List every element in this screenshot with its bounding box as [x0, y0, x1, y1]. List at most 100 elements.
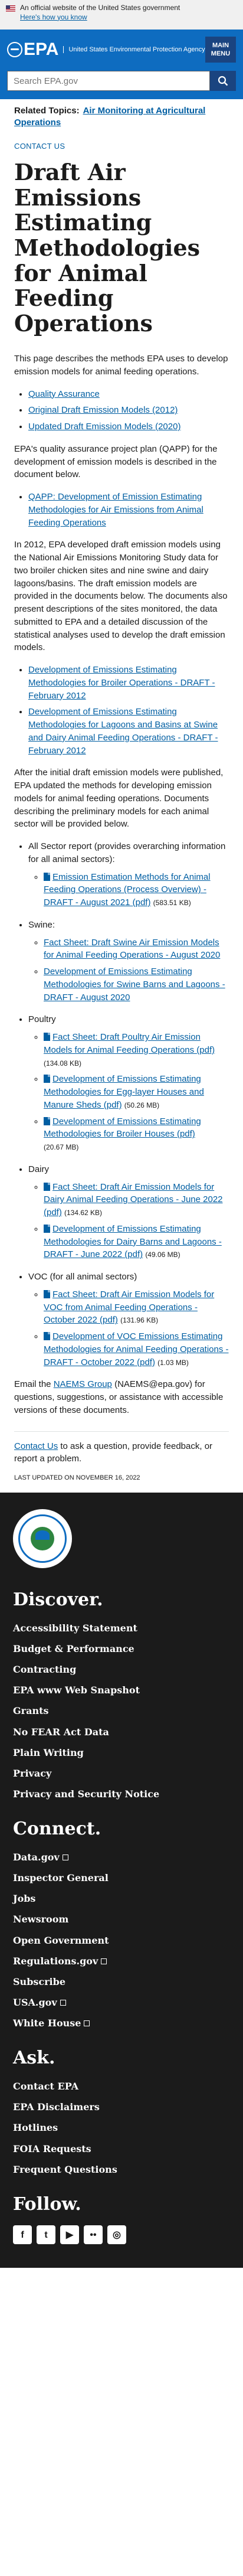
lagoons-2012-link[interactable]: Development of Emissions Estimating Meth… [28, 707, 218, 755]
footer-discover: Discover. Accessibility Statement Budget… [13, 1552, 230, 1801]
list-item: QAPP: Development of Emission Estimating… [28, 491, 229, 529]
related-topics-label: Related Topics: [14, 106, 80, 116]
list-item: Original Draft Emission Models (2012) [28, 404, 229, 417]
twitter-icon[interactable]: t [37, 2225, 55, 2245]
file-size: (50.26 MB) [124, 1101, 160, 1109]
footer-link[interactable]: Subscribe [13, 1976, 65, 1987]
footer-link[interactable]: Inspector General [13, 1872, 109, 1883]
footer-link[interactable]: EPA Disclaimers [13, 2101, 100, 2113]
search-icon [218, 76, 228, 86]
toc-link-original-models[interactable]: Original Draft Emission Models (2012) [28, 405, 178, 415]
youtube-icon[interactable]: ▶ [60, 2225, 79, 2245]
document-link[interactable]: Fact Sheet: Draft Swine Air Emission Mod… [44, 938, 220, 961]
footer-link[interactable]: EPA www Web Snapshot [13, 1684, 140, 1696]
instagram-icon[interactable]: ◎ [107, 2225, 126, 2245]
flickr-icon[interactable]: •• [84, 2225, 103, 2245]
document-link[interactable]: Development of Emissions Estimating Meth… [44, 1116, 201, 1140]
qapp-list: QAPP: Development of Emission Estimating… [14, 491, 229, 529]
feedback-contact-link[interactable]: Contact Us [14, 1441, 58, 1451]
list-item: Development of Emissions Estimating Meth… [44, 965, 229, 1004]
main-menu-button[interactable]: MAIN MENU [205, 37, 236, 63]
footer-link[interactable]: Frequent Questions [13, 2164, 117, 2175]
footer-follow: Follow. f t ▶ •• ◎ [13, 2192, 230, 2245]
list-item: Quality Assurance [28, 388, 229, 401]
footer-heading: Discover. [13, 1589, 103, 1611]
external-link-icon [84, 2020, 90, 2027]
footer-link[interactable]: White House [13, 2017, 81, 2029]
footer-ask: Ask. Contact EPA EPA Disclaimers Hotline… [13, 2045, 230, 2176]
list-item: Development of Emissions Estimating Meth… [28, 706, 229, 757]
footer-link[interactable]: FOIA Requests [13, 2143, 91, 2154]
search-input[interactable] [7, 71, 210, 91]
naems-group-link[interactable]: NAEMS Group [54, 1379, 112, 1389]
toc-link-quality-assurance[interactable]: Quality Assurance [28, 389, 100, 399]
footer-link[interactable]: Privacy [13, 1768, 51, 1779]
epa-seal-icon [31, 1527, 54, 1551]
pdf-icon [44, 1075, 50, 1083]
footer-link[interactable]: Privacy and Security Notice [13, 1788, 159, 1800]
footer-link[interactable]: Open Government [13, 1935, 109, 1946]
sector-label: Dairy [28, 1164, 50, 1174]
email-text-before: Email the [14, 1379, 51, 1390]
pdf-icon [44, 1182, 50, 1191]
page-title: Draft Air Emissions Estimating Methodolo… [14, 159, 201, 337]
feedback-section: Contact Us to ask a question, provide fe… [14, 1431, 229, 1466]
footer-link[interactable]: Contracting [13, 1664, 76, 1675]
list-item: Fact Sheet: Draft Poultry Air Emission M… [44, 1031, 229, 1069]
file-size: (49.06 MB) [145, 1251, 180, 1259]
email-paragraph: Email the NAEMS Group (NAEMS@epa.gov) fo… [14, 1378, 229, 1416]
logo-text: EPA [24, 40, 59, 60]
models-2012-list: Development of Emissions Estimating Meth… [14, 664, 229, 757]
document-link[interactable]: Fact Sheet: Draft Poultry Air Emission M… [44, 1032, 215, 1055]
list-item: Development of Emissions Estimating Meth… [44, 1223, 229, 1261]
file-size: (131.96 KB) [120, 1316, 159, 1325]
file-size: (20.67 MB) [44, 1143, 79, 1152]
footer-link[interactable]: Jobs [13, 1893, 35, 1904]
footer-link[interactable]: Accessibility Statement [13, 1622, 137, 1634]
site-header: EPA United States Environmental Protecti… [0, 30, 243, 99]
footer-link[interactable]: USA.gov [13, 1997, 57, 2008]
footer-link[interactable]: Hotlines [13, 2122, 58, 2133]
list-item: Development of Emissions Estimating Meth… [44, 1073, 229, 1111]
list-item: Development of Emissions Estimating Meth… [44, 1115, 229, 1154]
facebook-icon[interactable]: f [13, 2225, 32, 2245]
broiler-2012-link[interactable]: Development of Emissions Estimating Meth… [28, 665, 215, 701]
heres-how-you-know-link[interactable]: Here's how you know [20, 13, 87, 21]
footer-link[interactable]: Grants [13, 1705, 49, 1716]
footer-link[interactable]: Plain Writing [13, 1747, 84, 1758]
gov-banner: An official website of the United States… [0, 0, 243, 30]
sector-all: All Sector report (provides overarching … [28, 840, 229, 909]
related-topics: Related Topics: Air Monitoring at Agricul… [14, 105, 229, 129]
models-2012-paragraph: In 2012, EPA developed draft emission mo… [14, 540, 228, 653]
list-item: Fact Sheet: Draft Air Emission Models fo… [44, 1288, 229, 1327]
site-footer: Discover. Accessibility Statement Budget… [0, 1493, 243, 2268]
qapp-link[interactable]: QAPP: Development of Emission Estimating… [28, 492, 203, 528]
contact-us-link[interactable]: CONTACT US [14, 141, 229, 152]
models-2020-paragraph: After the initial draft emission models … [14, 768, 224, 830]
epa-logo[interactable]: EPA United States Environmental Protecti… [7, 37, 205, 63]
epa-seal[interactable] [13, 1509, 72, 1569]
search-button[interactable] [210, 71, 236, 91]
footer-heading: Ask. [13, 2048, 55, 2069]
epa-globe-icon [7, 42, 22, 57]
document-link[interactable]: Development of Emissions Estimating Meth… [44, 967, 225, 1003]
document-link[interactable]: Development of VOC Emissions Estimating … [44, 1331, 229, 1367]
footer-link[interactable]: Contact EPA [13, 2081, 78, 2092]
list-item: Development of VOC Emissions Estimating … [44, 1330, 229, 1369]
document-link[interactable]: Development of Emissions Estimating Meth… [44, 1224, 222, 1260]
footer-link[interactable]: No FEAR Act Data [13, 1726, 109, 1738]
footer-link[interactable]: Regulations.gov [13, 1955, 98, 1967]
list-item: Development of Emissions Estimating Meth… [28, 664, 229, 702]
us-flag-icon [6, 5, 15, 12]
sector-poultry: Poultry Fact Sheet: Draft Poultry Air Em… [28, 1013, 229, 1154]
footer-link[interactable]: Budget & Performance [13, 1643, 134, 1654]
sector-label: Swine: [28, 919, 55, 930]
list-item: Fact Sheet: Draft Air Emission Models fo… [44, 1181, 229, 1219]
toc-link-updated-models[interactable]: Updated Draft Emission Models (2020) [28, 422, 180, 432]
sector-voc: VOC (for all animal sectors) Fact Sheet:… [28, 1271, 229, 1369]
footer-link[interactable]: Newsroom [13, 1914, 68, 1925]
file-size: (134.08 KB) [44, 1059, 82, 1067]
footer-link[interactable]: Data.gov [13, 1852, 60, 1863]
file-size: (1.03 MB) [157, 1358, 189, 1367]
pdf-icon [44, 1332, 50, 1341]
